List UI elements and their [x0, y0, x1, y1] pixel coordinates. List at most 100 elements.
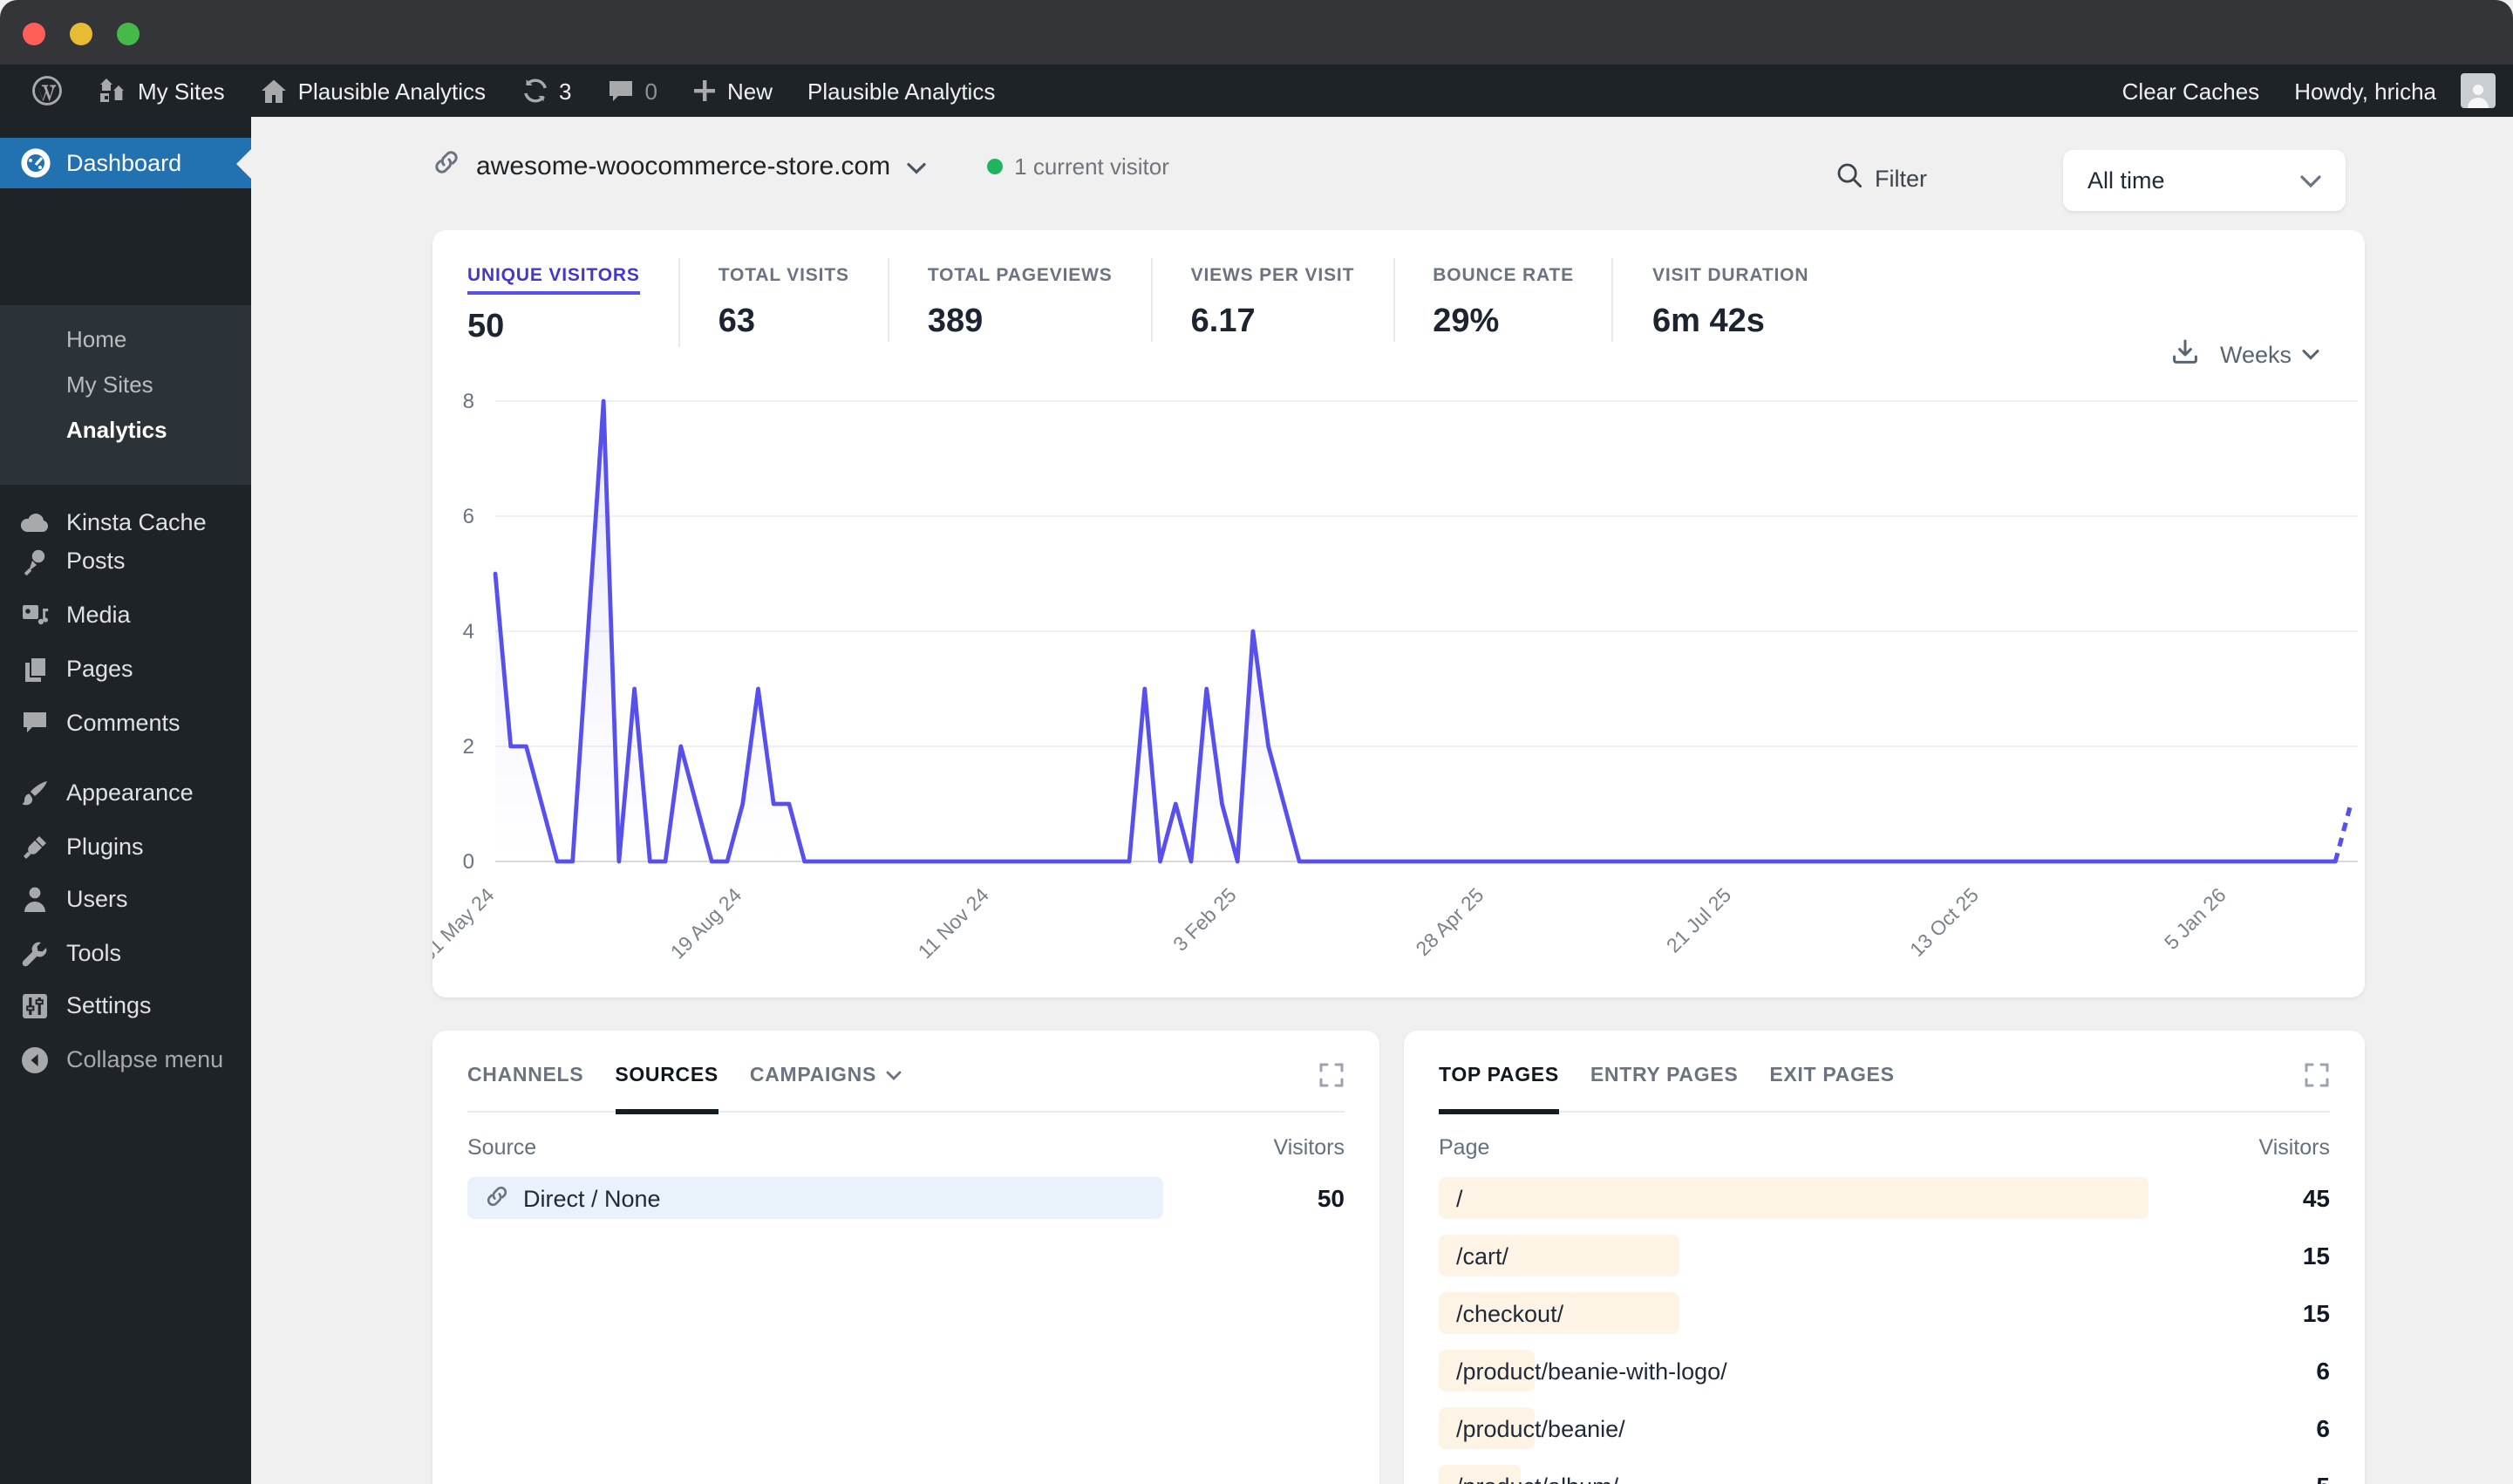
- sidebar-pages-label: Pages: [66, 656, 133, 682]
- sidebar-item-comments[interactable]: Comments: [0, 698, 251, 748]
- filter-label: Filter: [1875, 165, 1927, 191]
- sources-col-right: Visitors: [1273, 1135, 1345, 1160]
- filter-button[interactable]: Filter: [1836, 162, 1927, 194]
- sidebar-item-dashboard[interactable]: Dashboard: [0, 138, 266, 188]
- sidebar-item-settings[interactable]: Settings: [0, 980, 251, 1031]
- stat-total-visits[interactable]: TOTAL VISITS 63: [680, 258, 889, 342]
- adminbar-my-sites-label: My Sites: [138, 78, 225, 104]
- sidebar-item-pages[interactable]: Pages: [0, 643, 251, 694]
- link-icon: [485, 1183, 509, 1213]
- sidebar-users-label: Users: [66, 886, 128, 912]
- current-visitors-label: 1 current visitor: [1014, 153, 1169, 180]
- source-row[interactable]: Direct / None 50: [467, 1177, 1345, 1219]
- sidebar-collapse-label: Collapse menu: [66, 1046, 224, 1072]
- chevron-down-icon[interactable]: [906, 151, 925, 182]
- stat-unique-visitors[interactable]: UNIQUE VISITORS 50: [467, 258, 680, 347]
- download-export-icon[interactable]: [2171, 338, 2199, 371]
- adminbar-comments[interactable]: 0: [589, 65, 675, 117]
- page-row[interactable]: /product/beanie-with-logo/ 6: [1439, 1350, 2330, 1392]
- minimize-window-button[interactable]: [70, 23, 92, 45]
- stat-total-pageviews[interactable]: TOTAL PAGEVIEWS 389: [889, 258, 1153, 342]
- adminbar-new-content[interactable]: New: [675, 65, 790, 117]
- tab-channels[interactable]: CHANNELS: [467, 1065, 583, 1086]
- adminbar-site-home[interactable]: Plausible Analytics: [242, 65, 503, 117]
- svg-text:2: 2: [463, 735, 474, 759]
- sidebar-item-plugins[interactable]: Plugins: [0, 821, 251, 872]
- stat-visit-duration[interactable]: VISIT DURATION 6m 42s: [1614, 258, 1847, 342]
- sidebar-comments-label: Comments: [66, 710, 180, 736]
- expand-sources-icon[interactable]: [1318, 1062, 1345, 1088]
- adminbar-updates[interactable]: 3: [503, 65, 589, 117]
- stat-label: VIEWS PER VISIT: [1190, 265, 1355, 286]
- adminbar-plausible-shortcut[interactable]: Plausible Analytics: [790, 65, 1012, 117]
- media-icon: [19, 602, 51, 628]
- clear-caches-button[interactable]: Clear Caches: [2105, 65, 2278, 117]
- svg-text:11 Nov 24: 11 Nov 24: [914, 883, 993, 963]
- sidebar-kinsta-label: Kinsta Cache: [66, 509, 207, 535]
- link-icon: [432, 148, 460, 185]
- settings-sliders-icon: [19, 991, 51, 1019]
- adminbar-account-menu[interactable]: Howdy, hricha: [2277, 65, 2496, 117]
- svg-text:21 Jul 25: 21 Jul 25: [1662, 883, 1735, 956]
- sidebar-analytics-label: Analytics: [66, 416, 167, 442]
- date-range-select[interactable]: All time: [2063, 150, 2346, 211]
- tab-exit-pages[interactable]: EXIT PAGES: [1769, 1065, 1894, 1086]
- page-row[interactable]: /cart/ 15: [1439, 1235, 2330, 1276]
- tab-campaigns[interactable]: CAMPAIGNS: [750, 1065, 901, 1086]
- site-domain-selector[interactable]: awesome-woocommerce-store.com: [476, 152, 890, 181]
- sources-tabs: CHANNELS SOURCES CAMPAIGNS: [467, 1062, 1345, 1113]
- chevron-down-icon: [885, 1070, 901, 1079]
- tab-top-pages[interactable]: TOP PAGES: [1439, 1065, 1559, 1113]
- plug-icon: [19, 833, 51, 861]
- page-row[interactable]: /checkout/ 15: [1439, 1292, 2330, 1334]
- page-row[interactable]: / 45: [1439, 1177, 2330, 1219]
- screen: My Sites Plausible Analytics 3 0 New Pla…: [0, 0, 2513, 1484]
- pages-col-right: Visitors: [2258, 1135, 2330, 1160]
- zoom-window-button[interactable]: [117, 23, 140, 45]
- page-visitors: 15: [2302, 1299, 2330, 1327]
- svg-text:19 Aug 24: 19 Aug 24: [666, 883, 746, 963]
- sidebar-collapse-menu[interactable]: Collapse menu: [0, 1034, 251, 1085]
- tab-entry-pages[interactable]: ENTRY PAGES: [1590, 1065, 1739, 1086]
- expand-pages-icon[interactable]: [2304, 1062, 2330, 1088]
- chevron-down-icon: [2302, 350, 2319, 360]
- sidebar-item-home[interactable]: Home: [0, 316, 251, 361]
- pages-icon: [19, 655, 51, 683]
- current-visitors-status[interactable]: 1 current visitor: [986, 153, 1169, 180]
- pages-col-left: Page: [1439, 1135, 1490, 1160]
- svg-text:13 Oct 25: 13 Oct 25: [1905, 883, 1983, 961]
- interval-select[interactable]: Weeks: [2220, 342, 2319, 368]
- tab-sources[interactable]: SOURCES: [615, 1065, 719, 1113]
- page-path: /cart/: [1456, 1242, 1509, 1269]
- adminbar-my-sites[interactable]: My Sites: [80, 65, 242, 117]
- wp-admin-sidebar: Dashboard Home My Sites Analytics Kinsta…: [0, 117, 266, 1484]
- page-path: /product/beanie/: [1456, 1415, 1625, 1441]
- visitors-chart: 0 2 4 6 8 31 May 24 19 Aug 24 11 Nov 24 3 Feb 25…: [432, 390, 2358, 965]
- page-visitors: 15: [2302, 1242, 2330, 1270]
- sidebar-item-my-sites[interactable]: My Sites: [0, 361, 251, 406]
- comment-bubble-icon: [607, 78, 635, 104]
- stat-bounce-rate[interactable]: BOUNCE RATE 29%: [1394, 258, 1614, 342]
- sidebar-item-posts[interactable]: Posts: [0, 535, 251, 586]
- stat-value: 29%: [1433, 303, 1500, 340]
- sidebar-item-tools[interactable]: Tools: [0, 928, 251, 978]
- stat-views-per-visit[interactable]: VIEWS PER VISIT 6.17: [1153, 258, 1395, 342]
- sidebar-item-appearance[interactable]: Appearance: [0, 767, 251, 818]
- wp-admin-bar: My Sites Plausible Analytics 3 0 New Pla…: [0, 65, 2513, 117]
- sidebar-posts-label: Posts: [66, 548, 126, 574]
- stat-value: 6m 42s: [1651, 303, 1765, 340]
- sidebar-item-analytics[interactable]: Analytics: [0, 406, 251, 452]
- dashboard-gauge-icon: [19, 148, 51, 178]
- sidebar-item-media[interactable]: Media: [0, 589, 251, 640]
- sources-col-left: Source: [467, 1135, 537, 1160]
- page-row[interactable]: /product/beanie/ 6: [1439, 1407, 2330, 1449]
- wordpress-logo-menu[interactable]: [14, 65, 80, 117]
- page-row[interactable]: /product/album/ 5: [1439, 1465, 2330, 1484]
- wrench-icon: [19, 939, 51, 967]
- svg-text:3 Feb 25: 3 Feb 25: [1168, 883, 1241, 956]
- stat-label: TOTAL PAGEVIEWS: [927, 265, 1113, 286]
- sidebar-item-users[interactable]: Users: [0, 874, 251, 924]
- clear-caches-label: Clear Caches: [2121, 78, 2260, 104]
- cloud-icon: [19, 511, 51, 534]
- close-window-button[interactable]: [23, 23, 45, 45]
